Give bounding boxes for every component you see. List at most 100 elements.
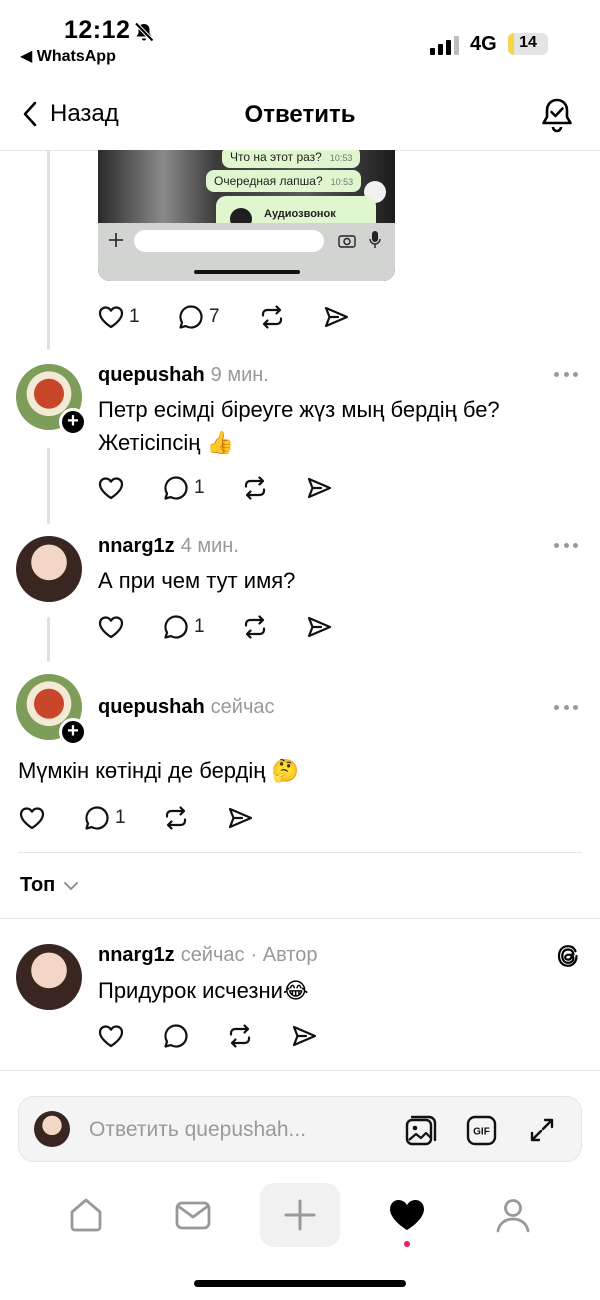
like-button[interactable]: 1 bbox=[97, 302, 140, 332]
notification-settings-icon[interactable] bbox=[538, 96, 576, 134]
reply-time: сейчас bbox=[180, 944, 245, 966]
chat-bubble-text: Очередная лапша? bbox=[214, 174, 323, 188]
repost-icon bbox=[165, 806, 187, 830]
create-post-button[interactable] bbox=[260, 1183, 340, 1247]
profile-icon[interactable] bbox=[494, 1196, 532, 1234]
repost-button[interactable] bbox=[226, 1021, 254, 1051]
thread-line bbox=[47, 150, 50, 350]
heart-icon bbox=[98, 477, 124, 500]
more-options-icon[interactable] bbox=[554, 543, 578, 549]
like-button[interactable] bbox=[97, 473, 125, 503]
send-icon bbox=[228, 807, 253, 829]
share-button[interactable] bbox=[322, 302, 350, 332]
repost-icon bbox=[261, 305, 283, 329]
more-options-icon[interactable] bbox=[554, 372, 578, 378]
reply-button[interactable] bbox=[162, 1021, 190, 1051]
reply-input-placeholder[interactable]: Ответить quepushah... bbox=[89, 1118, 306, 1142]
thread-line bbox=[47, 448, 50, 524]
repost-icon bbox=[244, 476, 266, 500]
reply-button[interactable]: 1 bbox=[83, 803, 126, 833]
home-icon[interactable] bbox=[67, 1196, 105, 1234]
follow-plus-icon[interactable]: + bbox=[59, 718, 87, 746]
mic-icon bbox=[369, 231, 381, 248]
send-icon bbox=[292, 1025, 317, 1047]
post-time: 9 мин. bbox=[210, 364, 269, 386]
threads-logo-icon[interactable] bbox=[556, 943, 580, 969]
gif-icon[interactable]: GIF bbox=[465, 1113, 499, 1147]
reply-text: Придурок исчезни😂 bbox=[98, 978, 309, 1003]
back-label: Назад bbox=[50, 100, 119, 127]
post-text: А при чем тут имя? bbox=[98, 568, 296, 593]
reply-composer[interactable]: Ответить quepushah... GIF bbox=[18, 1096, 582, 1162]
expand-icon[interactable] bbox=[525, 1113, 559, 1147]
network-type: 4G bbox=[470, 33, 497, 55]
reply-button[interactable]: 7 bbox=[177, 302, 220, 332]
repost-button[interactable] bbox=[241, 612, 269, 642]
share-button[interactable] bbox=[290, 1021, 318, 1051]
heart-filled-icon[interactable] bbox=[388, 1196, 426, 1234]
repost-icon bbox=[244, 615, 266, 639]
home-indicator bbox=[194, 1280, 406, 1287]
section-divider bbox=[0, 1070, 600, 1071]
post-text: Мүмкін көтінді де бердің 🤔 bbox=[18, 758, 299, 783]
like-button[interactable] bbox=[18, 803, 46, 833]
signal-icon bbox=[430, 36, 459, 55]
reply-count: 1 bbox=[194, 477, 205, 498]
more-options-icon[interactable] bbox=[554, 705, 578, 711]
image-attach-icon[interactable] bbox=[404, 1113, 438, 1147]
share-button[interactable] bbox=[305, 612, 333, 642]
reply-count: 7 bbox=[209, 306, 220, 327]
reply-button[interactable]: 1 bbox=[162, 473, 205, 503]
reply-button[interactable]: 1 bbox=[162, 612, 205, 642]
share-button[interactable] bbox=[305, 473, 333, 503]
like-count: 1 bbox=[129, 306, 140, 327]
username[interactable]: quepushah bbox=[98, 696, 205, 718]
chevron-left-icon bbox=[23, 101, 37, 127]
username[interactable]: quepushah bbox=[98, 364, 205, 386]
back-button[interactable]: Назад bbox=[22, 100, 119, 128]
section-divider bbox=[0, 918, 600, 919]
follow-plus-icon[interactable]: + bbox=[59, 408, 87, 436]
status-time: 12:12 bbox=[64, 16, 131, 44]
sort-label: Топ bbox=[20, 874, 56, 896]
post-time: 4 мин. bbox=[180, 535, 239, 557]
thread-line bbox=[47, 617, 50, 662]
inbox-icon[interactable] bbox=[174, 1196, 212, 1234]
repost-button[interactable] bbox=[162, 803, 190, 833]
username[interactable]: nnarg1z bbox=[98, 944, 175, 966]
chat-bubble-time: 10:53 bbox=[330, 177, 354, 187]
chevron-down-icon bbox=[64, 881, 79, 890]
reply-header: nnarg1z сейчас · Автор bbox=[98, 944, 317, 967]
username[interactable]: nnarg1z bbox=[98, 535, 175, 557]
post-time: сейчас bbox=[210, 696, 275, 718]
heart-icon bbox=[98, 616, 124, 639]
svg-text:GIF: GIF bbox=[473, 1127, 490, 1138]
send-icon bbox=[324, 306, 349, 328]
reply-count: 1 bbox=[194, 616, 205, 637]
repost-icon bbox=[229, 1024, 251, 1048]
repost-button[interactable] bbox=[258, 302, 286, 332]
like-button[interactable] bbox=[97, 1021, 125, 1051]
back-to-app-link[interactable]: ◀ WhatsApp bbox=[20, 46, 116, 66]
post-header: nnarg1z 4 мин. bbox=[98, 535, 239, 558]
post-text: Жетісіпсің 👍 bbox=[98, 430, 234, 455]
comment-icon bbox=[164, 1024, 188, 1048]
post-header: quepushah сейчас bbox=[98, 696, 275, 719]
attached-screenshot[interactable]: Что на этот раз? 10:53 Очередная лапша? 10… bbox=[98, 150, 395, 281]
chat-bubble: Очередная лапша? 10:53 bbox=[206, 170, 362, 192]
sort-dropdown[interactable]: Топ bbox=[20, 874, 79, 897]
battery-level: 14 bbox=[519, 34, 537, 51]
chat-bubble: Что на этот раз? 10:53 bbox=[222, 150, 361, 168]
repost-button[interactable] bbox=[241, 473, 269, 503]
chat-bubble-text: Что на этот раз? bbox=[230, 150, 322, 164]
audio-call-label: Аудиозвонок bbox=[264, 208, 336, 220]
avatar[interactable] bbox=[16, 536, 82, 602]
share-button[interactable] bbox=[226, 803, 254, 833]
post-header: quepushah 9 мин. bbox=[98, 364, 269, 387]
avatar[interactable] bbox=[16, 944, 82, 1010]
reply-count: 1 bbox=[115, 807, 126, 828]
own-avatar bbox=[34, 1111, 70, 1147]
bell-muted-icon bbox=[134, 22, 154, 42]
comment-icon bbox=[179, 305, 203, 329]
like-button[interactable] bbox=[97, 612, 125, 642]
